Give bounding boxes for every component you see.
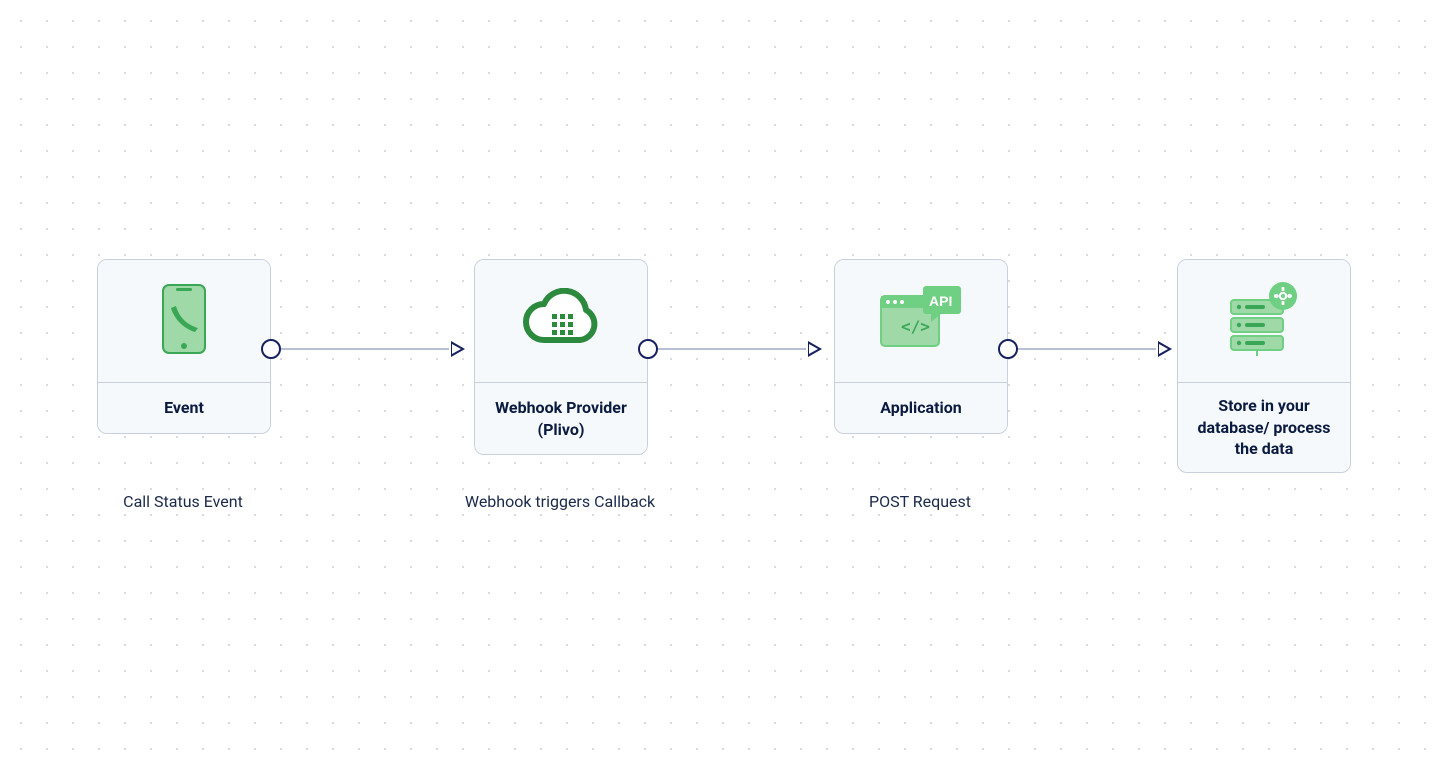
connector-1-port <box>261 339 281 359</box>
connector-2-line <box>658 348 806 350</box>
caption-application: POST Request <box>834 492 1006 511</box>
node-webhook-label: Webhook Provider (Plivo) <box>475 382 647 454</box>
server-gear-icon <box>1225 282 1303 360</box>
connector-2 <box>638 339 838 359</box>
node-event-icon-area <box>98 260 270 382</box>
connector-2-arrow-icon <box>808 341 822 357</box>
node-application-label: Application <box>835 382 1007 433</box>
node-application: </> API Application <box>834 259 1008 434</box>
node-store-process: Store in your database/ process the data <box>1177 259 1351 473</box>
node-store-label: Store in your database/ process the data <box>1178 382 1350 472</box>
connector-3-line <box>1018 348 1156 350</box>
node-application-icon-area: </> API <box>835 260 1007 382</box>
connector-3-port <box>998 339 1018 359</box>
connector-1 <box>261 339 481 359</box>
connector-1-arrow-icon <box>451 341 465 357</box>
diagram-canvas: Event Call Status Event <box>0 0 1446 774</box>
connector-2-port <box>638 339 658 359</box>
svg-text:API: API <box>929 293 952 309</box>
node-event: Event <box>97 259 271 434</box>
api-window-icon: </> API <box>879 284 963 358</box>
node-store-icon-area <box>1178 260 1350 382</box>
phone-event-icon <box>162 284 206 358</box>
connector-1-line <box>281 348 449 350</box>
node-webhook-icon-area <box>475 260 647 382</box>
node-event-label: Event <box>98 382 270 433</box>
connector-3 <box>998 339 1188 359</box>
caption-event: Call Status Event <box>97 492 269 511</box>
cloud-dialpad-icon <box>522 288 600 354</box>
connector-3-arrow-icon <box>1158 341 1172 357</box>
svg-text:</>: </> <box>901 317 930 336</box>
node-webhook-provider: Webhook Provider (Plivo) <box>474 259 648 455</box>
caption-webhook: Webhook triggers Callback <box>454 492 666 511</box>
